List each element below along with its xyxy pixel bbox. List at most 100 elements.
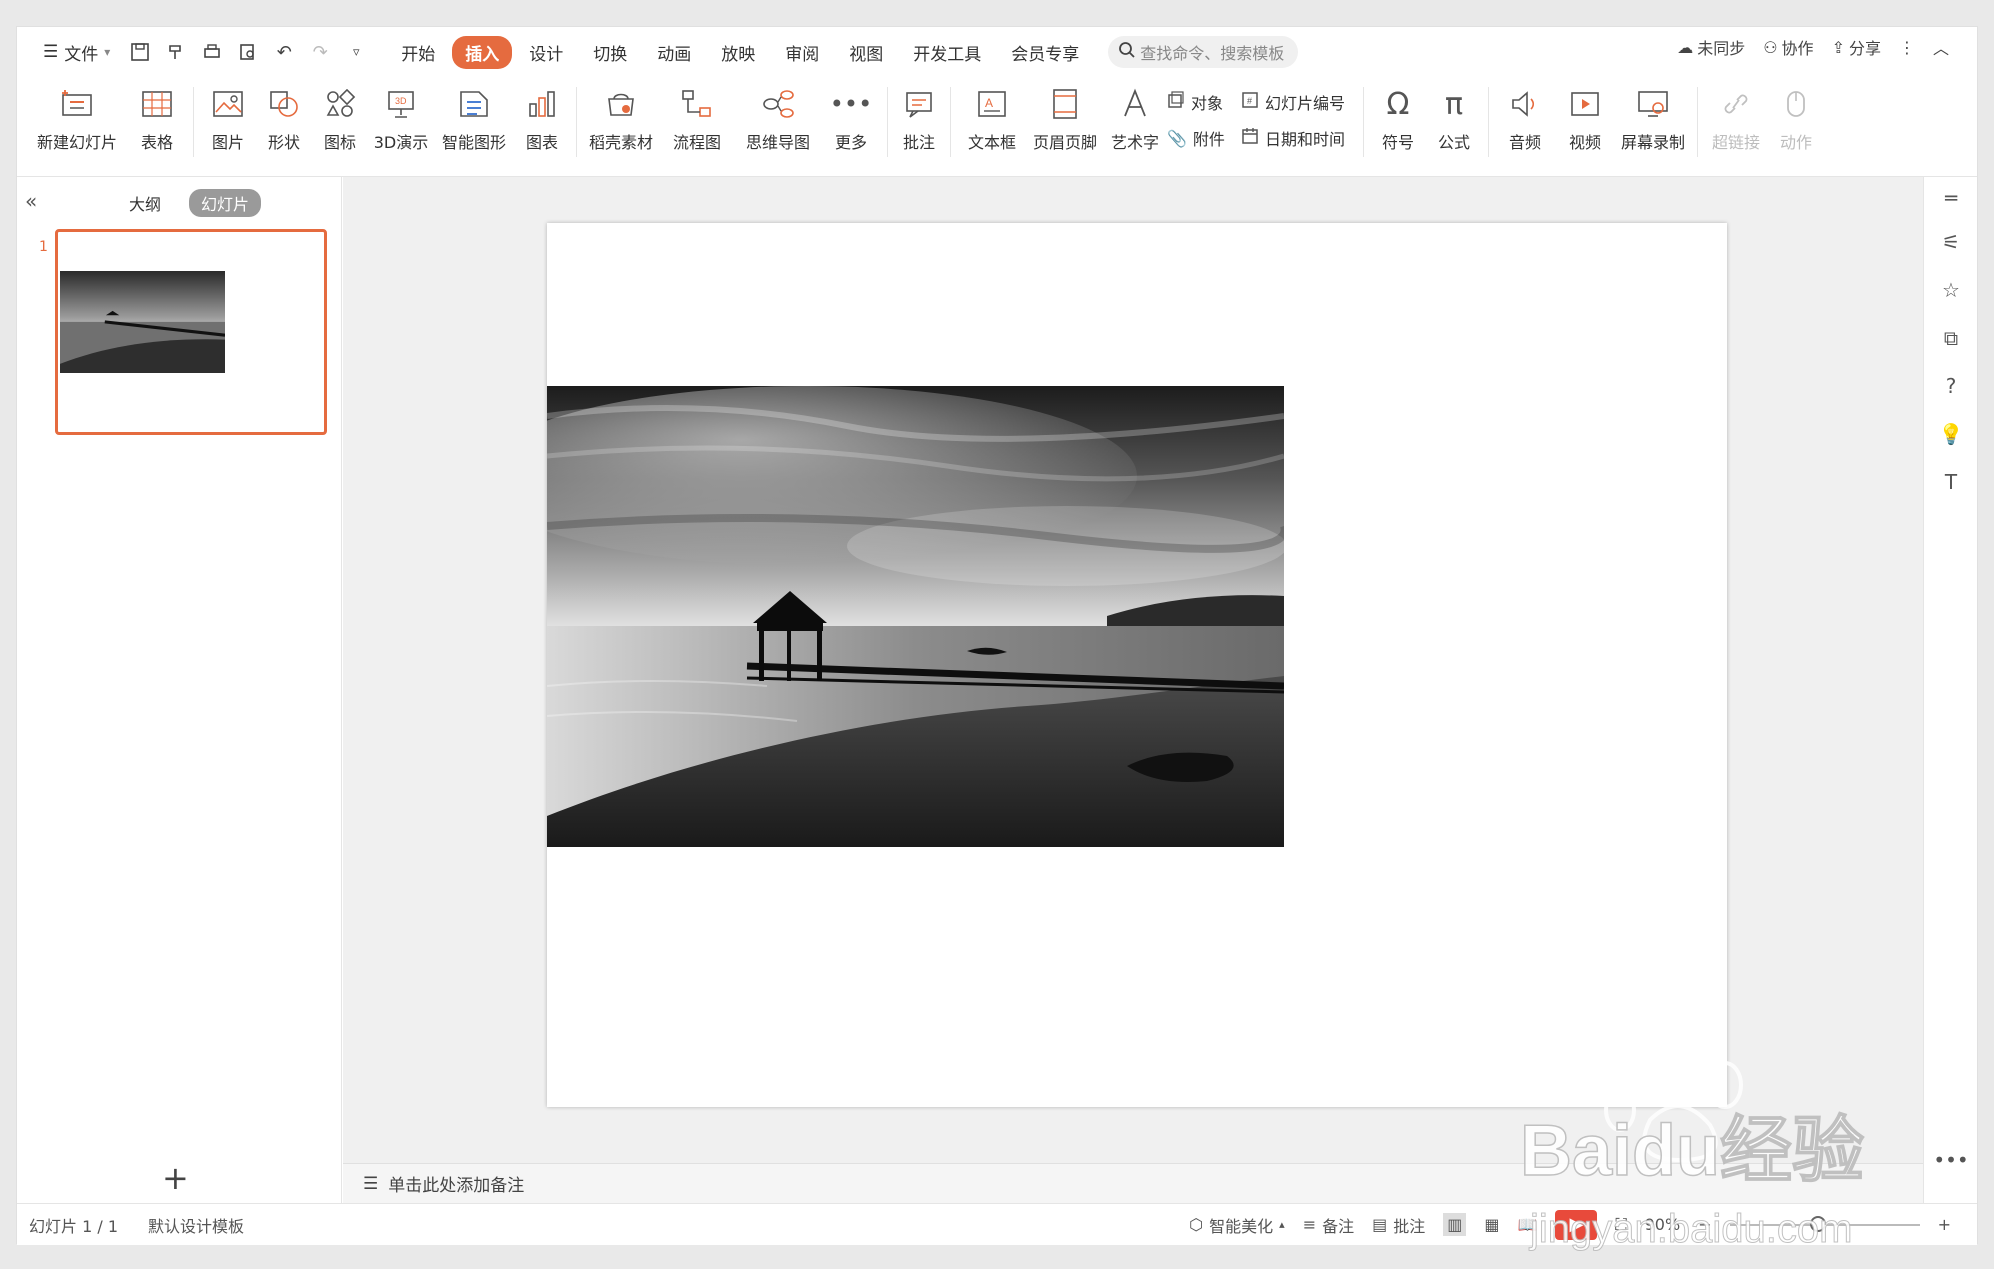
svg-text:#: # xyxy=(1247,96,1252,106)
zoom-level[interactable]: 90% xyxy=(1645,1215,1681,1234)
wps-play-logo[interactable]: ▶ xyxy=(1555,1209,1598,1240)
zoom-slider-knob[interactable] xyxy=(1809,1215,1826,1232)
undo-icon[interactable]: ↶ xyxy=(270,38,298,66)
smartart-icon xyxy=(454,85,494,123)
template-name[interactable]: 默认设计模板 xyxy=(148,1213,244,1237)
slide-photo-pier-sunset[interactable] xyxy=(547,386,1284,847)
audio-button[interactable]: 音频 xyxy=(1495,77,1555,163)
sync-status-button[interactable]: ☁ 未同步 xyxy=(1677,35,1745,59)
normal-view-icon[interactable]: ▥ xyxy=(1443,1213,1467,1236)
tab-insert[interactable]: 插入 xyxy=(452,35,513,69)
zoom-slider[interactable] xyxy=(1729,1215,1920,1232)
print-preview-icon[interactable] xyxy=(234,38,262,66)
attachment-button[interactable]: 📎 附件 xyxy=(1167,123,1241,153)
ribbon-insert: 新建幻灯片 表格 图片 形状 图标 3D 3D演示 智能图形 图表 稻壳素材 流… xyxy=(17,77,1977,177)
more-dots-icon: ••• xyxy=(829,90,873,118)
comment-toggle-button[interactable]: ▤ 批注 xyxy=(1372,1213,1425,1237)
tab-developer[interactable]: 开发工具 xyxy=(900,36,994,69)
tab-member[interactable]: 会员专享 xyxy=(998,36,1092,69)
tab-animation[interactable]: 动画 xyxy=(644,36,704,69)
wordart-icon xyxy=(1115,85,1155,123)
save-icon[interactable] xyxy=(126,38,154,66)
slide-switch-icon[interactable]: ⧉ xyxy=(1938,325,1964,351)
material-button[interactable]: 稻壳素材 xyxy=(583,77,659,163)
action-button[interactable]: 动作 xyxy=(1768,77,1824,163)
star-icon[interactable]: ☆ xyxy=(1938,277,1964,303)
tab-outline[interactable]: 大纲 xyxy=(117,189,173,217)
tab-home[interactable]: 开始 xyxy=(388,36,448,69)
video-button[interactable]: 视频 xyxy=(1555,77,1615,163)
datetime-button[interactable]: 日期和时间 xyxy=(1241,123,1357,153)
collab-label: 协作 xyxy=(1781,39,1814,58)
notes-bar[interactable]: ☰ 单击此处添加备注 xyxy=(343,1163,1925,1203)
notes-toggle-button[interactable]: ≡ 备注 xyxy=(1303,1213,1354,1237)
tab-transition[interactable]: 切换 xyxy=(580,36,640,69)
slide-canvas[interactable] xyxy=(547,223,1727,1107)
collab-button[interactable]: ⚇ 协作 xyxy=(1763,35,1813,59)
text-icon[interactable]: T xyxy=(1938,469,1964,495)
object-button[interactable]: 对象 xyxy=(1167,87,1241,117)
smartart-button[interactable]: 智能图形 xyxy=(434,77,514,163)
reading-view-icon[interactable]: 📖 xyxy=(1518,1215,1538,1234)
fit-window-icon[interactable]: ⛶ xyxy=(1615,1215,1626,1235)
editing-canvas xyxy=(343,177,1925,1163)
add-slide-button[interactable]: + xyxy=(162,1159,189,1197)
attachment-label: 附件 xyxy=(1192,130,1225,149)
beautify-button[interactable]: ⬡ 智能美化 ▴ xyxy=(1189,1213,1285,1237)
object-label: 对象 xyxy=(1191,94,1224,113)
symbol-button[interactable]: Ω 符号 xyxy=(1370,77,1426,163)
right-sidebar: ═ ⚟ ☆ ⧉ ? 💡 T ••• xyxy=(1923,177,1977,1223)
collapse-panel-icon[interactable]: « xyxy=(25,189,37,213)
collapse-ribbon-icon[interactable]: ︿ xyxy=(1933,35,1949,59)
zoom-in-icon[interactable]: + xyxy=(1938,1215,1951,1234)
settings-sliders-icon[interactable]: ⚟ xyxy=(1938,229,1964,255)
icon-label: 图标 xyxy=(323,133,356,152)
slide-index: 1 xyxy=(39,239,48,255)
flowchart-button[interactable]: 流程图 xyxy=(659,77,735,163)
slide-number-button[interactable]: # 幻灯片编号 xyxy=(1241,87,1357,117)
format-painter-icon[interactable] xyxy=(162,38,190,66)
more-vertical-icon[interactable]: ⋮ xyxy=(1899,38,1915,57)
screen-record-label: 屏幕录制 xyxy=(1620,133,1685,152)
command-search-input[interactable]: 查找命令、搜索模板 xyxy=(1108,36,1299,68)
tab-slides[interactable]: 幻灯片 xyxy=(189,189,262,217)
hyperlink-button[interactable]: 超链接 xyxy=(1704,77,1768,163)
tab-slideshow[interactable]: 放映 xyxy=(708,36,768,69)
share-button[interactable]: ⇪ 分享 xyxy=(1832,35,1881,59)
mindmap-button[interactable]: 思维导图 xyxy=(735,77,821,163)
tab-design[interactable]: 设计 xyxy=(516,36,576,69)
screen-record-button[interactable]: 屏幕录制 xyxy=(1615,77,1691,163)
tab-view[interactable]: 视图 xyxy=(836,36,896,69)
customize-chevron-icon[interactable]: ▿ xyxy=(342,38,370,66)
slide-number-label: 幻灯片编号 xyxy=(1265,94,1346,113)
file-menu-button[interactable]: ☰ 文件 ▾ xyxy=(35,36,118,69)
lightbulb-icon[interactable]: 💡 xyxy=(1938,421,1964,447)
picture-label: 图片 xyxy=(211,133,244,152)
sorter-view-icon[interactable]: ▦ xyxy=(1484,1215,1499,1234)
vertical-scrollbar[interactable] xyxy=(1909,187,1919,1147)
redo-icon[interactable]: ↷ xyxy=(306,38,334,66)
zoom-out-icon[interactable]: − xyxy=(1698,1215,1711,1234)
slide-thumbnail[interactable] xyxy=(55,229,327,435)
header-footer-button[interactable]: 页眉页脚 xyxy=(1027,77,1103,163)
wordart-button[interactable]: 艺术字 xyxy=(1103,77,1167,163)
textbox-button[interactable]: A 文本框 xyxy=(957,77,1027,163)
formula-button[interactable]: π 公式 xyxy=(1426,77,1482,163)
print-icon[interactable] xyxy=(198,38,226,66)
more-button[interactable]: ••• 更多 xyxy=(821,77,881,163)
shape-button[interactable]: 形状 xyxy=(256,77,312,163)
sidebar-handle-icon[interactable]: ═ xyxy=(1938,185,1964,211)
3d-demo-button[interactable]: 3D 3D演示 xyxy=(368,77,434,163)
new-slide-button[interactable]: 新建幻灯片 xyxy=(27,77,127,163)
comment-button[interactable]: 批注 xyxy=(894,77,944,163)
shape-icon xyxy=(264,85,304,123)
picture-button[interactable]: 图片 xyxy=(200,77,256,163)
chart-button[interactable]: 图表 xyxy=(514,77,570,163)
menu-bar: ☰ 文件 ▾ ↶ ↷ ▿ 开始 插入 设计 切换 动画 放映 审阅 视图 开发工… xyxy=(17,27,1977,77)
icon-button[interactable]: 图标 xyxy=(312,77,368,163)
omega-icon: Ω xyxy=(1386,86,1410,122)
help-icon[interactable]: ? xyxy=(1938,373,1964,399)
tab-review[interactable]: 审阅 xyxy=(772,36,832,69)
more-horizontal-icon[interactable]: ••• xyxy=(1933,1147,1968,1173)
table-button[interactable]: 表格 xyxy=(127,77,187,163)
